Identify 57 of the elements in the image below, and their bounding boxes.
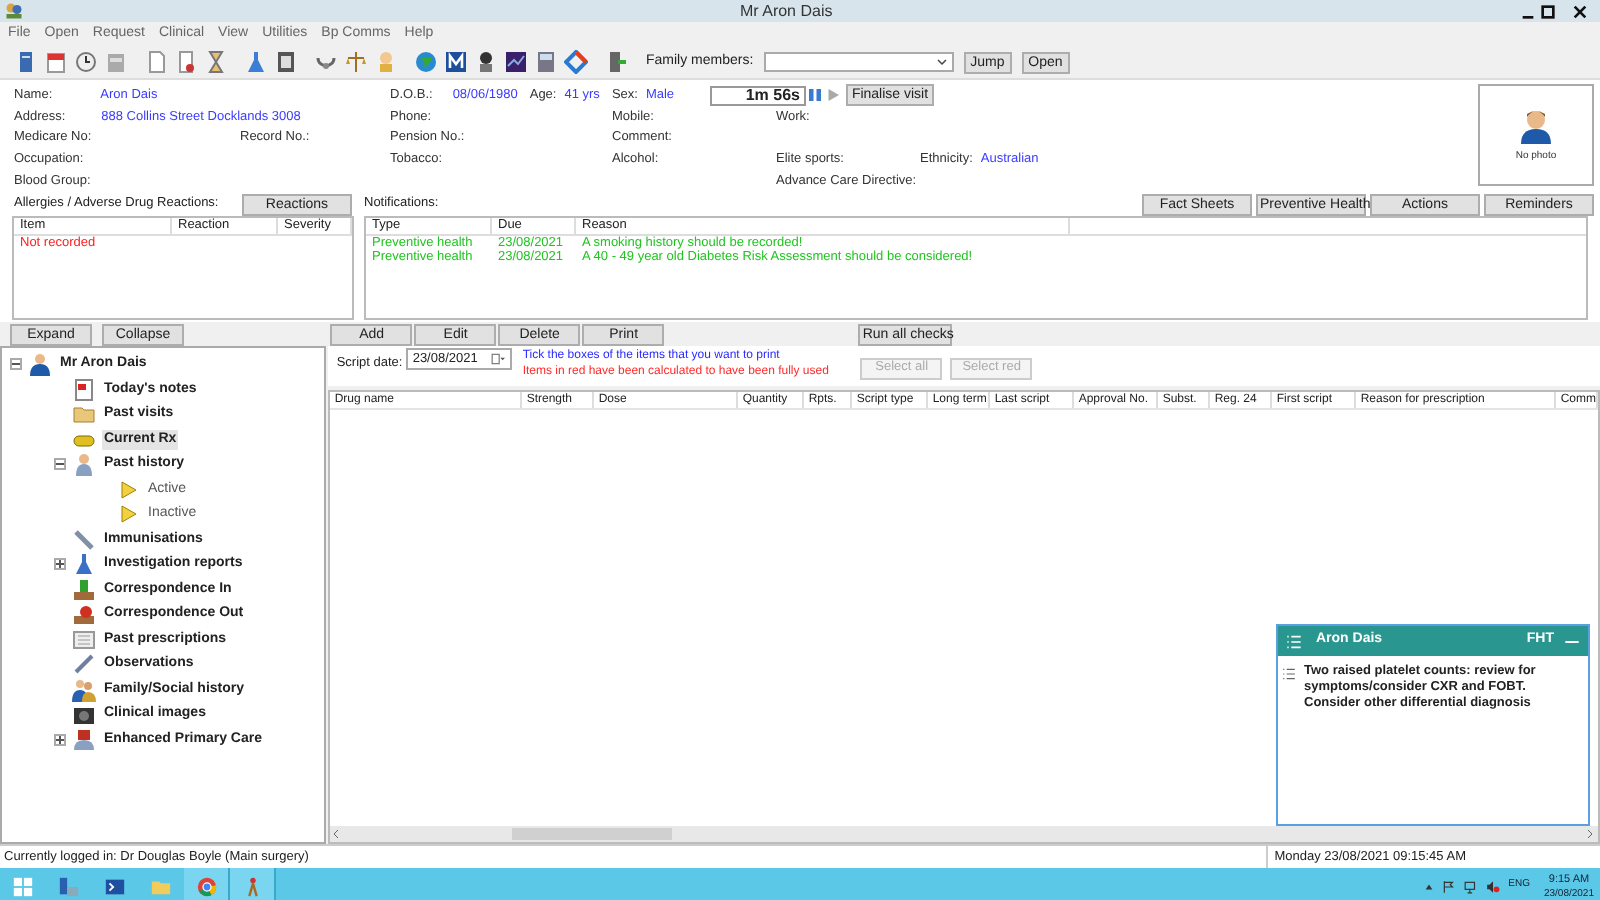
exit-icon[interactable] xyxy=(604,50,628,74)
chrome-icon[interactable] xyxy=(195,875,217,897)
arrow-icon xyxy=(116,502,140,527)
list-icon xyxy=(1282,666,1296,682)
document-icon[interactable] xyxy=(144,50,168,74)
notes-icon xyxy=(72,377,96,402)
syringe-icon xyxy=(72,527,96,552)
calendar-icon[interactable] xyxy=(44,50,68,74)
family-icon xyxy=(72,677,96,702)
visit-timer: 1m 56s xyxy=(710,85,806,105)
caret-up-icon[interactable] xyxy=(1424,881,1435,891)
expand-toggle[interactable] xyxy=(54,558,66,571)
maximize-icon[interactable] xyxy=(1540,3,1556,19)
doctor-icon xyxy=(72,452,96,477)
inbox-icon xyxy=(72,577,96,602)
globe-icon[interactable] xyxy=(414,50,438,74)
horizontal-scrollbar[interactable] xyxy=(330,826,1598,842)
collapse-toggle[interactable] xyxy=(10,358,22,371)
pen-icon xyxy=(72,652,96,677)
server-icon[interactable] xyxy=(58,875,80,897)
flask-icon[interactable] xyxy=(244,50,268,74)
arrow-icon xyxy=(116,477,140,502)
collapse-toggle[interactable] xyxy=(54,458,66,471)
frame-icon[interactable] xyxy=(274,50,298,74)
device-icon xyxy=(72,727,96,752)
doctor-icon[interactable] xyxy=(474,50,498,74)
person-icon xyxy=(1518,105,1554,146)
outbox-icon xyxy=(72,602,96,627)
folder-icon xyxy=(72,402,96,427)
camera-icon xyxy=(72,702,96,727)
flask-icon xyxy=(72,552,96,577)
terminal-icon[interactable] xyxy=(104,875,126,897)
calculator-icon[interactable] xyxy=(534,50,558,74)
scroll-left-icon xyxy=(330,828,343,840)
chart-icon[interactable] xyxy=(504,50,528,74)
scales-icon[interactable] xyxy=(344,50,368,74)
list-icon xyxy=(1286,633,1302,649)
list-icon xyxy=(72,627,96,652)
expand-toggle[interactable] xyxy=(54,733,66,746)
pause-icon[interactable] xyxy=(806,86,824,104)
window-title: Mr Aron Dais xyxy=(740,0,833,23)
scroll-right-icon xyxy=(1584,828,1596,840)
clock-icon[interactable] xyxy=(74,50,98,74)
book-icon[interactable] xyxy=(444,50,468,74)
scrollbar-thumb[interactable] xyxy=(512,828,673,840)
report-icon[interactable] xyxy=(174,50,198,74)
flag-icon[interactable] xyxy=(1442,879,1457,893)
calendar-icon xyxy=(490,352,507,366)
dropdown-caret-icon xyxy=(935,56,948,68)
speaker-muted-icon[interactable] xyxy=(1486,879,1501,893)
server-icon[interactable] xyxy=(14,50,38,74)
network-icon[interactable] xyxy=(1464,879,1479,893)
app-icon xyxy=(4,2,24,20)
person-icon xyxy=(28,352,52,377)
close-icon[interactable] xyxy=(1572,3,1588,19)
hourglass-icon[interactable] xyxy=(204,50,228,74)
diamond-icon[interactable] xyxy=(564,50,588,74)
